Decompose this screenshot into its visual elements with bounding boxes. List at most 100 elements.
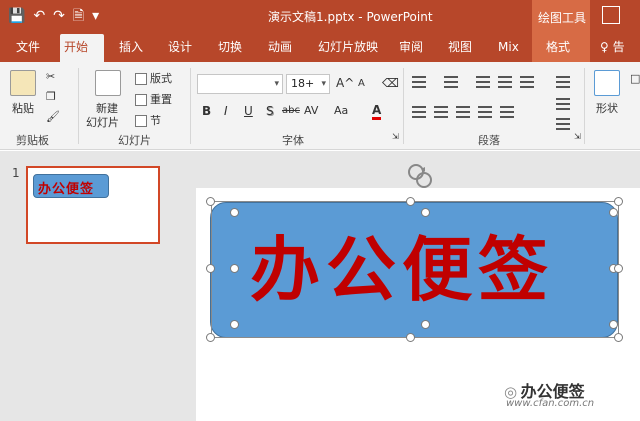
italic-button[interactable]: I <box>224 104 228 118</box>
section-icon <box>135 115 147 127</box>
resize-handle-top-right-outer[interactable] <box>614 197 623 206</box>
font-size-value: 18+ <box>291 77 315 90</box>
save-icon[interactable]: 💾 <box>8 7 25 25</box>
shrink-font-button[interactable]: A <box>358 78 365 89</box>
justify-icon[interactable] <box>478 106 492 118</box>
tab-review[interactable]: 审阅 <box>395 34 427 62</box>
paste-button[interactable]: 粘贴 <box>12 100 34 116</box>
tab-mix[interactable]: Mix <box>494 34 523 62</box>
columns-icon[interactable] <box>500 106 514 118</box>
layout-button[interactable]: 版式 <box>135 70 172 86</box>
tab-format[interactable]: 格式 <box>532 34 590 62</box>
slide-thumbnail[interactable]: 办公便签 <box>26 166 160 244</box>
strikethrough-button[interactable]: abc <box>282 105 300 116</box>
customize-icon[interactable]: ▾ <box>92 7 99 25</box>
selection-border <box>211 201 619 338</box>
section-label: 节 <box>150 114 161 127</box>
shape-adjust-handle[interactable] <box>230 208 239 217</box>
resize-handle-bottom[interactable] <box>406 333 415 342</box>
cut-icon[interactable]: ✂ <box>46 70 55 83</box>
slides-group-label: 幻灯片 <box>118 134 151 147</box>
tab-design[interactable]: 设计 <box>164 34 196 62</box>
font-size-combo[interactable]: 18+ ▾ <box>286 74 330 94</box>
copy-icon[interactable]: ❐ <box>46 90 56 103</box>
drawing-tools-label: 绘图工具 <box>538 11 587 25</box>
shapes-icon[interactable] <box>594 70 620 96</box>
paragraph-group-label: 段落 <box>478 134 500 147</box>
smartart-icon[interactable] <box>556 118 570 130</box>
resize-handle-bottom-left[interactable] <box>206 333 215 342</box>
tab-home[interactable]: 开始 <box>60 34 104 62</box>
ribbon-display-icon[interactable] <box>602 6 620 24</box>
underline-button[interactable]: U <box>244 104 253 118</box>
change-case-button[interactable]: Aa <box>334 104 348 117</box>
new-file-icon[interactable]: 🗎 <box>73 7 84 25</box>
ribbon-divider <box>584 68 585 144</box>
resize-handle-top-left[interactable] <box>206 197 215 206</box>
reset-label: 重置 <box>150 93 172 106</box>
grow-font-button[interactable]: A^ <box>336 76 354 90</box>
font-group-label: 字体 <box>282 134 304 147</box>
reset-icon <box>135 94 147 106</box>
align-left-icon[interactable] <box>412 106 426 118</box>
arrange-icon[interactable]: □ <box>630 72 640 85</box>
resize-handle-right[interactable] <box>614 264 623 273</box>
new-slide-button-label[interactable]: 幻灯片 <box>86 114 119 130</box>
shapes-button[interactable]: 形状 <box>596 100 618 116</box>
resize-handle-bottom-left-inner[interactable] <box>230 320 239 329</box>
font-name-combo[interactable]: ▾ <box>197 74 283 94</box>
tab-transitions[interactable]: 切换 <box>214 34 246 62</box>
tab-file[interactable]: 文件 <box>12 34 44 62</box>
clear-format-icon[interactable]: ⌫ <box>382 76 399 90</box>
decrease-indent-icon[interactable] <box>476 76 490 88</box>
increase-indent-icon[interactable] <box>498 76 512 88</box>
thumbnail-number: 1 <box>12 166 20 180</box>
thumbnail-shape-text: 办公便签 <box>38 182 95 197</box>
format-painter-icon[interactable]: 🖌 <box>46 110 60 123</box>
resize-handle-left-inner[interactable] <box>230 264 239 273</box>
ribbon-divider <box>190 68 191 144</box>
align-right-icon[interactable] <box>456 106 470 118</box>
resize-handle-bottom-right[interactable] <box>614 333 623 342</box>
watermark-url: www.cfan.com.cn <box>506 398 595 409</box>
title-bar: 💾 ↶ ↷ 🗎 ▾ 演示文稿1.pptx - PowerPoint 绘图工具 <box>0 0 640 34</box>
bold-button[interactable]: B <box>202 104 211 118</box>
paragraph-dialog-launcher-icon[interactable]: ⇲ <box>574 132 581 141</box>
ribbon-tabs: 文件 开始 插入 设计 切换 动画 幻灯片放映 审阅 视图 Mix 格式 ♀ 告… <box>0 34 640 80</box>
align-center-icon[interactable] <box>434 106 448 118</box>
layout-icon <box>135 73 147 85</box>
text-direction-icon[interactable] <box>556 76 570 88</box>
resize-handle-top-right[interactable] <box>609 208 618 217</box>
drawing-tools-header: 绘图工具 <box>532 0 590 34</box>
align-text-icon[interactable] <box>556 98 570 110</box>
window-title: 演示文稿1.pptx - PowerPoint <box>268 10 433 24</box>
tab-slideshow[interactable]: 幻灯片放映 <box>314 34 382 62</box>
thumbnail-shape: 办公便签 <box>33 174 109 198</box>
resize-handle-bottom-inner[interactable] <box>421 320 430 329</box>
line-spacing-icon[interactable] <box>520 76 534 88</box>
font-color-button[interactable]: A <box>372 103 382 120</box>
layout-label: 版式 <box>150 72 172 85</box>
bullets-icon[interactable] <box>412 76 426 88</box>
reset-button[interactable]: 重置 <box>135 91 172 107</box>
numbering-icon[interactable] <box>444 76 458 88</box>
resize-handle-top[interactable] <box>406 197 415 206</box>
paste-icon[interactable] <box>10 70 36 96</box>
ribbon-divider <box>403 68 404 144</box>
shadow-button[interactable]: S <box>266 104 274 118</box>
new-slide-icon[interactable] <box>95 70 121 96</box>
tab-view[interactable]: 视图 <box>444 34 476 62</box>
resize-handle-top-inner[interactable] <box>421 208 430 217</box>
section-button[interactable]: 节 <box>135 112 161 128</box>
tab-animations[interactable]: 动画 <box>264 34 296 62</box>
font-dialog-launcher-icon[interactable]: ⇲ <box>392 132 399 141</box>
character-spacing-button[interactable]: AV <box>304 104 318 117</box>
watermark: ◎ 办公便签 www.cfan.com.cn <box>504 378 594 409</box>
redo-icon[interactable]: ↷ <box>53 7 65 25</box>
resize-handle-bottom-right-inner[interactable] <box>609 320 618 329</box>
tab-tell-me[interactable]: ♀ 告诉 <box>596 34 640 80</box>
resize-handle-left[interactable] <box>206 264 215 273</box>
undo-icon[interactable]: ↶ <box>33 7 45 25</box>
tab-insert[interactable]: 插入 <box>115 34 147 62</box>
rotate-handle-icon[interactable] <box>404 160 434 190</box>
